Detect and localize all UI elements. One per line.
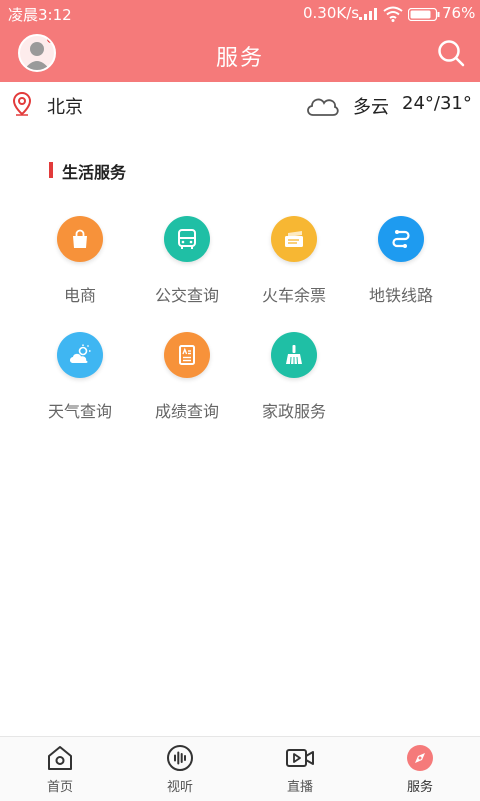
ticket-icon [271, 216, 317, 262]
weather-condition: 多云 [353, 97, 389, 118]
wifi-icon [383, 6, 403, 22]
service-housekeeping[interactable]: 家政服务 [239, 332, 349, 422]
weather-icon [57, 332, 103, 378]
tab-label: 视听 [166, 780, 193, 795]
temperature-range: 24°/31° [402, 93, 472, 114]
top-navbar: 服务 [0, 28, 480, 82]
home-icon [48, 746, 72, 770]
broom-icon [271, 332, 317, 378]
location-bar: 北京 多云 24°/31° [0, 82, 480, 129]
video-camera-icon [286, 749, 314, 767]
audio-wave-icon [167, 745, 193, 771]
shopping-bag-icon [57, 216, 103, 262]
status-time: 凌晨3:12 [8, 6, 72, 24]
tab-services[interactable]: 服务 [380, 743, 460, 795]
location-pin-icon [12, 92, 32, 116]
service-bus-query[interactable]: 公交查询 [132, 216, 242, 306]
service-ecommerce[interactable]: 电商 [25, 216, 135, 306]
life-services-section: 生活服务 电商 公交查询 火车余票 地铁线路 天气查询 成绩查询 家政服务 [0, 128, 480, 573]
service-label: 地铁线路 [368, 286, 433, 305]
tab-label: 服务 [406, 780, 433, 795]
service-label: 成绩查询 [154, 402, 219, 421]
compass-icon [407, 745, 433, 771]
signal-icon [359, 8, 377, 20]
tab-live[interactable]: 直播 [260, 743, 340, 795]
service-subway-routes[interactable]: 地铁线路 [346, 216, 456, 306]
bus-icon [164, 216, 210, 262]
service-score-query[interactable]: 成绩查询 [132, 332, 242, 422]
cloud-icon [307, 98, 339, 116]
status-bar: 凌晨3:12 0.30K/s 76% [0, 0, 480, 28]
city-name[interactable]: 北京 [47, 93, 83, 119]
service-train-tickets[interactable]: 火车余票 [239, 216, 349, 306]
tab-label: 直播 [286, 780, 313, 795]
score-card-icon [164, 332, 210, 378]
battery-percent: 76% [442, 4, 476, 22]
service-weather-query[interactable]: 天气查询 [25, 332, 135, 422]
tab-audio-video[interactable]: 视听 [140, 743, 220, 795]
tab-home[interactable]: 首页 [20, 743, 100, 795]
service-label: 公交查询 [154, 286, 219, 305]
service-label: 家政服务 [261, 402, 326, 421]
search-icon[interactable] [436, 38, 466, 68]
tab-label: 首页 [46, 780, 73, 795]
section-marker [49, 162, 53, 178]
battery-icon [408, 8, 440, 21]
bottom-tab-bar: 首页 视听 直播 服务 [0, 736, 480, 801]
network-speed: 0.30K/s [303, 4, 360, 22]
section-title: 生活服务 [62, 163, 127, 182]
service-label: 电商 [63, 286, 96, 305]
page-title: 服务 [215, 46, 264, 71]
subway-route-icon [378, 216, 424, 262]
service-label: 天气查询 [47, 402, 112, 421]
service-label: 火车余票 [261, 286, 326, 305]
